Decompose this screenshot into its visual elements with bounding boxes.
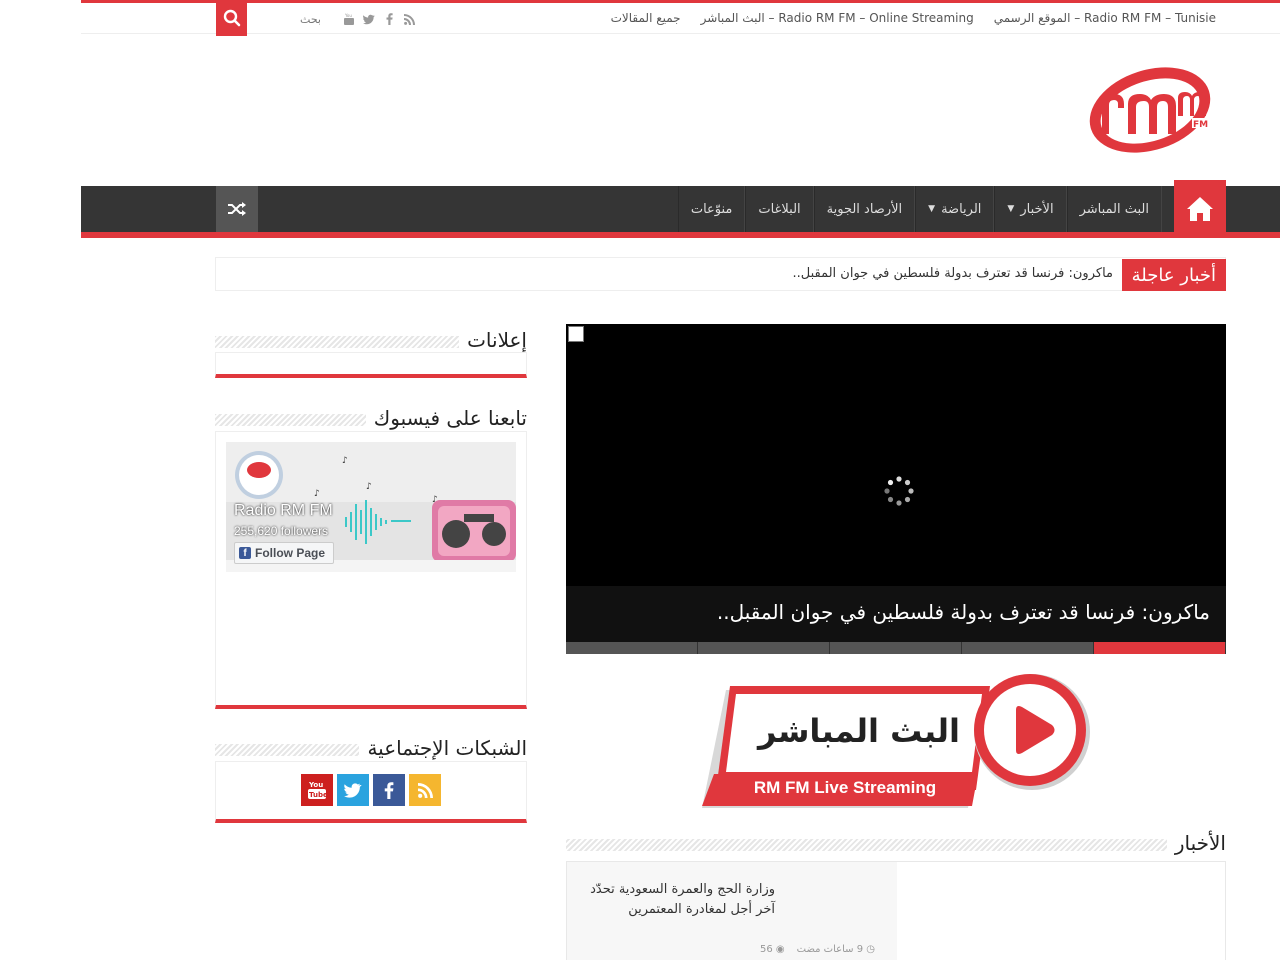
nav-item-announcements[interactable]: البلاغات (745, 186, 814, 232)
nav-item-label: منوّعات (690, 201, 733, 217)
top-bar: Radio RM FM – Tunisie – الموقع الرسمي Ra… (81, 0, 1280, 36)
slider-tab[interactable] (962, 642, 1094, 654)
ads-widget-title: إعلانات (459, 328, 527, 352)
news-section-header: الأخبار (566, 831, 1226, 857)
svg-text:♪: ♪ (366, 482, 372, 492)
eye-icon: ◉ (772, 944, 785, 955)
facebook-icon[interactable] (383, 12, 395, 26)
live-streaming-banner[interactable]: البث المباشر RM FM Live Streaming (700, 672, 1092, 812)
news-card-thumbnail[interactable] (895, 862, 1225, 960)
breaking-news-text[interactable]: ماكرون: فرنسا قد تعترف بدولة فلسطين في ج… (792, 266, 1113, 281)
breaking-news-label: أخبار عاجلة (1121, 259, 1226, 291)
facebook-page-name[interactable]: Radio RM FM (234, 502, 333, 520)
home-button[interactable] (1174, 180, 1226, 238)
slider-tab[interactable] (830, 642, 962, 654)
ads-widget (215, 352, 527, 378)
facebook-follow-button[interactable]: f Follow Page (234, 542, 335, 564)
social-buttons: You Tube (301, 774, 441, 806)
slider-pagination (566, 642, 1226, 654)
main-nav: البث المباشر الأخبار ▼ الرياضة ▼ الأرصاد ا… (81, 180, 1280, 238)
facebook-icon: f (239, 547, 251, 559)
facebook-button[interactable] (373, 774, 405, 806)
rss-icon (417, 782, 433, 798)
nav-item-label: الرياضة (941, 201, 982, 217)
news-item-views-count: 56 (760, 944, 773, 955)
nav-item-label: البلاغات (758, 201, 801, 217)
page: Radio RM FM – Tunisie – الموقع الرسمي Ra… (0, 0, 1280, 960)
search-button[interactable] (216, 0, 247, 36)
home-icon (1187, 197, 1213, 221)
facebook-icon (384, 781, 394, 799)
svg-text:FM: FM (1193, 120, 1208, 130)
news-grid: وزارة الحج والعمرة السعودية تحدّد آخر أج… (566, 861, 1226, 960)
shuffle-icon (228, 202, 246, 216)
svg-text:You: You (344, 13, 352, 18)
facebook-widget-header: تابعنا على فيسبوك (215, 406, 527, 432)
facebook-followers: 255,620 followers (234, 524, 329, 538)
youtube-icon[interactable]: You (343, 12, 355, 26)
svg-text:♪: ♪ (314, 489, 320, 499)
nav-item-misc[interactable]: منوّعات (677, 186, 746, 232)
ads-widget-header: إعلانات (215, 328, 527, 354)
slider-caption[interactable]: ماكرون: فرنسا قد تعترف بدولة فلسطين في ج… (566, 586, 1226, 642)
nav-item-weather[interactable]: الأرصاد الجوية (813, 186, 916, 232)
facebook-widget-title: تابعنا على فيسبوك (365, 406, 527, 430)
site-logo[interactable]: FM (1084, 64, 1216, 156)
live-banner-title: البث المباشر (758, 712, 960, 750)
slider-tab[interactable] (566, 642, 698, 654)
news-card[interactable]: وزارة الحج والعمرة السعودية تحدّد آخر أج… (567, 862, 897, 960)
youtube-button[interactable]: You Tube (301, 774, 333, 806)
section-divider (566, 839, 1226, 851)
news-section-title[interactable]: الأخبار (1166, 831, 1226, 855)
svg-text:You: You (308, 781, 323, 789)
social-widget: You Tube (215, 761, 527, 823)
top-social-icons: You (343, 12, 415, 26)
nav-item-label: الأرصاد الجوية (826, 201, 903, 217)
broken-image-icon (568, 326, 584, 342)
news-item-time-text: 9 ساعات مضت (796, 944, 864, 955)
rss-icon[interactable] (403, 12, 415, 26)
news-item-views: ◉ 56 (760, 944, 785, 955)
nav-item-label: الأخبار (1020, 201, 1054, 217)
rss-button[interactable] (409, 774, 441, 806)
search-icon (223, 9, 240, 27)
follow-button-label: Follow Page (255, 546, 326, 560)
news-item-time: ◷ 9 ساعات مضت (797, 944, 875, 955)
twitter-icon[interactable] (363, 12, 375, 26)
social-widget-header: الشبكات الإجتماعية (215, 736, 527, 762)
caret-down-icon: ▼ (928, 204, 936, 214)
svg-text:♪: ♪ (432, 495, 438, 505)
nav-item-news[interactable]: الأخبار ▼ (994, 186, 1067, 232)
twitter-button[interactable] (337, 774, 369, 806)
random-article-button[interactable] (216, 186, 258, 232)
nav-items: البث المباشر الأخبار ▼ الرياضة ▼ الأرصاد ا… (677, 186, 1162, 232)
featured-slider[interactable]: ماكرون: فرنسا قد تعترف بدولة فلسطين في ج… (566, 324, 1226, 654)
slider-tab[interactable] (698, 642, 830, 654)
top-link-streaming[interactable]: Radio RM FM – Online Streaming – البث ال… (701, 11, 974, 25)
twitter-icon (344, 782, 362, 798)
news-item-meta: ◷ 9 ساعات مضت ◉ 56 (760, 944, 875, 955)
search-input[interactable] (247, 7, 327, 31)
social-widget-title: الشبكات الإجتماعية (359, 736, 527, 760)
slider-tab-active[interactable] (1094, 642, 1226, 654)
svg-text:Tube: Tube (309, 791, 326, 799)
top-link-home[interactable]: Radio RM FM – Tunisie – الموقع الرسمي (994, 11, 1216, 25)
nav-item-sports[interactable]: الرياضة ▼ (915, 186, 995, 232)
facebook-page-plugin[interactable]: ♪ ♪ ♪ ♪ Radio RM FM 255,620 followers f … (226, 442, 516, 572)
clock-icon: ◷ (863, 944, 875, 955)
top-nav: Radio RM FM – Tunisie – الموقع الرسمي Ra… (611, 11, 1216, 25)
loading-spinner-icon (884, 476, 914, 506)
svg-text:♪: ♪ (342, 456, 348, 466)
youtube-icon: You Tube (308, 781, 326, 799)
nav-item-label: البث المباشر (1079, 201, 1149, 217)
top-link-all-articles[interactable]: جميع المقالات (611, 11, 681, 25)
caret-down-icon: ▼ (1007, 204, 1015, 214)
nav-item-live[interactable]: البث المباشر (1066, 186, 1162, 232)
facebook-widget: ♪ ♪ ♪ ♪ Radio RM FM 255,620 followers f … (215, 431, 527, 709)
live-banner-subtitle: RM FM Live Streaming (753, 778, 937, 797)
breaking-news-bar: أخبار عاجلة ماكرون: فرنسا قد تعترف بدولة… (215, 257, 1226, 291)
news-item-title[interactable]: وزارة الحج والعمرة السعودية تحدّد آخر أج… (585, 880, 775, 920)
